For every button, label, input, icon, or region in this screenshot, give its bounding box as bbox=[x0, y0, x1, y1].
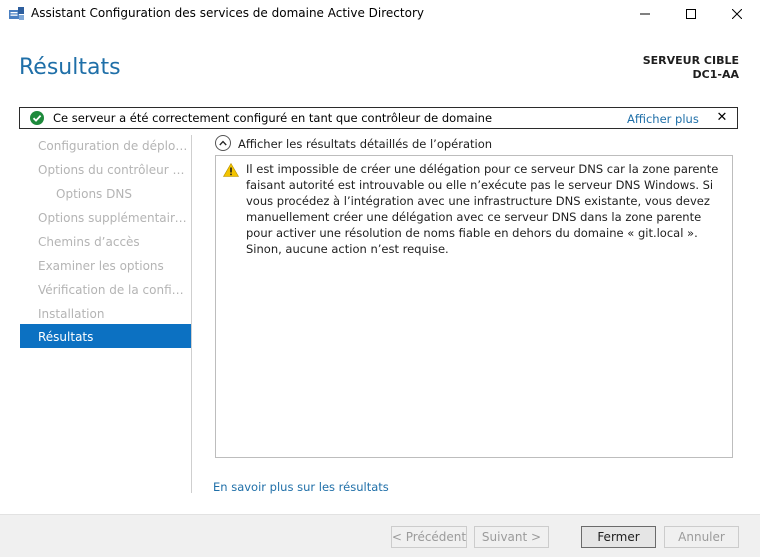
nav-item-dns-options[interactable]: Options DNS bbox=[56, 186, 188, 202]
minimize-button[interactable] bbox=[622, 0, 668, 28]
success-banner: Ce serveur a été correctement configuré … bbox=[19, 107, 738, 129]
maximize-button[interactable] bbox=[668, 0, 714, 28]
next-button[interactable]: Suivant > bbox=[474, 526, 549, 548]
minimize-icon bbox=[640, 13, 650, 15]
page-title: Résultats bbox=[19, 55, 121, 80]
banner-message: Ce serveur a été correctement configuré … bbox=[53, 111, 493, 125]
warning-icon bbox=[223, 163, 239, 177]
server-manager-icon bbox=[9, 7, 24, 20]
dismiss-banner-button[interactable]: ✕ bbox=[714, 109, 730, 127]
close-button[interactable]: Fermer bbox=[581, 526, 656, 548]
learn-more-link[interactable]: En savoir plus sur les résultats bbox=[213, 480, 389, 494]
close-icon bbox=[732, 9, 742, 19]
chevron-up-icon bbox=[219, 140, 227, 146]
warning-message: Il est impossible de créer une délégatio… bbox=[246, 162, 719, 256]
nav-item-installation[interactable]: Installation bbox=[38, 306, 188, 322]
target-server-name: DC1-AA bbox=[692, 68, 739, 81]
nav-item-prerequisites-check[interactable]: Vérification de la configur... bbox=[38, 282, 188, 298]
maximize-icon bbox=[686, 9, 696, 19]
nav-item-results-label: Résultats bbox=[38, 330, 94, 344]
nav-divider bbox=[191, 135, 192, 493]
nav-item-deployment-config[interactable]: Configuration de déploie... bbox=[38, 138, 188, 154]
window-title: Assistant Configuration des services de … bbox=[31, 6, 424, 20]
collapse-details-button[interactable] bbox=[215, 135, 231, 151]
nav-item-review-options[interactable]: Examiner les options bbox=[38, 258, 188, 274]
cancel-button[interactable]: Annuler bbox=[664, 526, 739, 548]
previous-button[interactable]: < Précédent bbox=[391, 526, 467, 548]
nav-item-additional-options[interactable]: Options supplémentaires bbox=[38, 210, 188, 226]
nav-item-dc-options[interactable]: Options du contrôleur de... bbox=[38, 162, 188, 178]
close-window-button[interactable] bbox=[714, 0, 760, 28]
show-more-link[interactable]: Afficher plus bbox=[627, 112, 699, 126]
details-panel: Il est impossible de créer une délégatio… bbox=[215, 155, 733, 458]
success-check-icon bbox=[30, 111, 44, 125]
details-toggle-label[interactable]: Afficher les résultats détaillés de l’op… bbox=[238, 137, 492, 151]
title-bar: Assistant Configuration des services de … bbox=[0, 0, 760, 28]
target-server-label: SERVEUR CIBLE bbox=[642, 54, 739, 67]
nav-item-paths[interactable]: Chemins d’accès bbox=[38, 234, 188, 250]
